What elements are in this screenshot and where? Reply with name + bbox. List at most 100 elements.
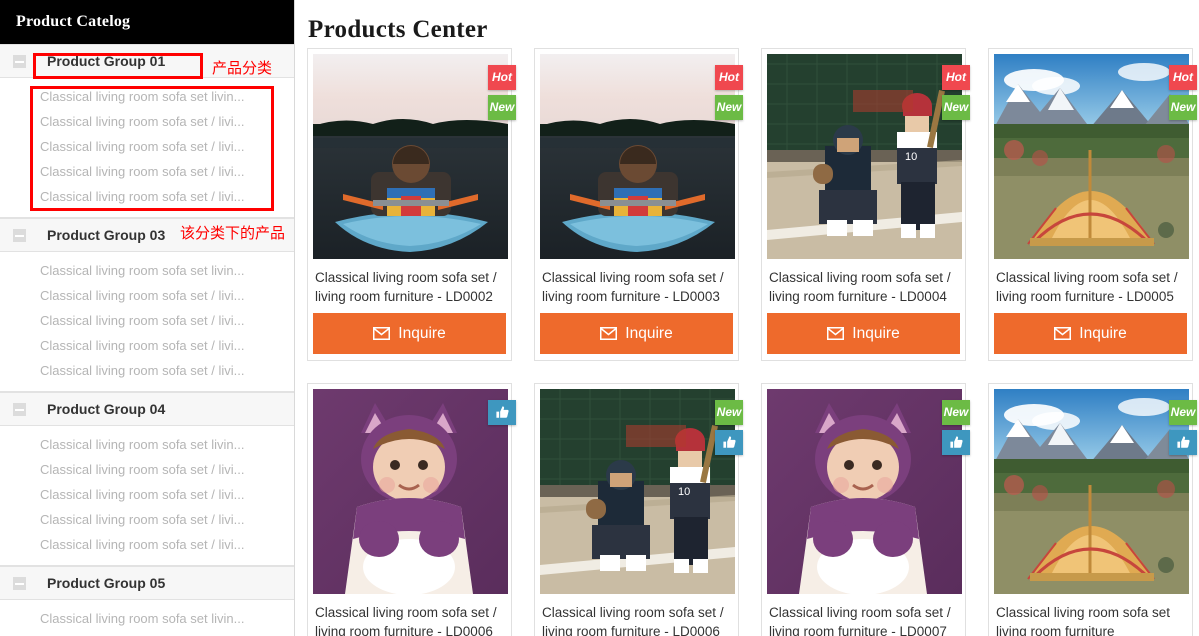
sidebar-product-link[interactable]: Classical living room sofa set livin... <box>0 258 294 283</box>
badge-new[interactable]: New <box>942 400 970 425</box>
sidebar-group-header[interactable]: Product Group 05 <box>0 566 294 600</box>
product-image-wrap[interactable]: 10 New <box>540 389 743 594</box>
badge-like[interactable] <box>1169 430 1197 455</box>
badge-stack: New <box>715 400 743 455</box>
sidebar-product-link[interactable]: Classical living room sofa set / livi... <box>0 308 294 333</box>
sidebar-group-label: Product Group 03 <box>47 227 166 243</box>
envelope-icon <box>1054 327 1072 340</box>
product-card[interactable]: Hot New Classical living room sofa set / l… <box>534 48 743 361</box>
product-title[interactable]: Classical living room sofa set / living … <box>994 259 1187 313</box>
product-image[interactable] <box>994 389 1189 594</box>
product-title[interactable]: Classical living room sofa set / living … <box>313 259 506 313</box>
inquire-button[interactable]: Inquire <box>540 313 733 354</box>
badge-new[interactable]: New <box>488 95 516 120</box>
product-card[interactable]: 10 New Classical living room sofa set / l… <box>534 383 743 636</box>
product-image-wrap[interactable] <box>313 389 516 594</box>
sidebar-product-link[interactable]: Classical living room sofa set / livi... <box>0 358 294 383</box>
minus-square-icon[interactable] <box>13 402 26 416</box>
product-image-wrap[interactable]: 10 Hot New <box>767 54 970 259</box>
sidebar-group-items: Classical living room sofa set livin... C… <box>0 252 294 392</box>
envelope-icon <box>600 327 618 340</box>
product-card[interactable]: Hot New Classical living room sofa set / l… <box>307 48 516 361</box>
sidebar-product-link[interactable]: Classical living room sofa set / livi... <box>0 507 294 532</box>
badge-new[interactable]: New <box>1169 400 1197 425</box>
product-image-wrap[interactable]: Hot New <box>994 54 1197 259</box>
product-image[interactable] <box>994 54 1189 259</box>
inquire-button[interactable]: Inquire <box>994 313 1187 354</box>
sidebar-group-label: Product Group 01 <box>47 53 166 69</box>
product-image[interactable] <box>313 54 508 259</box>
product-image[interactable]: 10 <box>767 54 962 259</box>
inquire-button-label: Inquire <box>625 324 673 342</box>
sidebar-product-link[interactable]: Classical living room sofa set livin... <box>0 432 294 457</box>
product-image-wrap[interactable]: Hot New <box>313 54 516 259</box>
sidebar-product-link[interactable]: Classical living room sofa set / livi... <box>0 283 294 308</box>
badge-stack: Hot New <box>1169 65 1197 120</box>
badge-new[interactable]: New <box>715 400 743 425</box>
svg-text:10: 10 <box>905 151 917 163</box>
badge-like[interactable] <box>488 400 516 425</box>
product-card[interactable]: Classical living room sofa set / living … <box>307 383 516 636</box>
minus-square-icon[interactable] <box>13 54 26 68</box>
product-card[interactable]: Hot New Classical living room sofa set / l… <box>988 48 1197 361</box>
sidebar-product-link[interactable]: Classical living room sofa set / livi... <box>0 333 294 358</box>
badge-like[interactable] <box>715 430 743 455</box>
sidebar-product-link[interactable]: Classical living room sofa set livin... <box>0 606 294 631</box>
badge-hot[interactable]: Hot <box>715 65 743 90</box>
inquire-button[interactable]: Inquire <box>313 313 506 354</box>
product-image[interactable]: 10 <box>540 389 735 594</box>
badge-hot[interactable]: Hot <box>1169 65 1197 90</box>
product-image-wrap[interactable]: New <box>767 389 970 594</box>
badge-new[interactable]: New <box>1169 95 1197 120</box>
sidebar-product-link[interactable]: Classical living room sofa set / livi... <box>0 482 294 507</box>
product-image[interactable] <box>313 389 508 594</box>
product-title[interactable]: Classical living room sofa set / living … <box>313 594 506 636</box>
inquire-button[interactable]: Inquire <box>767 313 960 354</box>
minus-square-icon[interactable] <box>13 228 26 242</box>
product-title[interactable]: Classical living room sofa set / living … <box>767 259 960 313</box>
svg-text:10: 10 <box>678 486 690 498</box>
product-catalog-sidebar: Product Catelog Product Group 01 Classica… <box>0 0 295 636</box>
sidebar-group-items: Classical living room sofa set livin... C… <box>0 426 294 566</box>
product-title[interactable]: Classical living room sofa set living ro… <box>994 594 1187 636</box>
badge-stack: New <box>1169 400 1197 455</box>
inquire-button-label: Inquire <box>1079 324 1127 342</box>
annotation-label-products: 该分类下的产品 <box>180 224 286 242</box>
sidebar-group-items: Classical living room sofa set livin... <box>0 600 294 636</box>
badge-like[interactable] <box>942 430 970 455</box>
sidebar-product-link[interactable]: Classical living room sofa set / livi... <box>0 184 294 209</box>
badge-hot[interactable]: Hot <box>942 65 970 90</box>
sidebar-product-link[interactable]: Classical living room sofa set / livi... <box>0 532 294 557</box>
product-image[interactable] <box>767 389 962 594</box>
sidebar-product-link[interactable]: Classical living room sofa set / livi... <box>0 134 294 159</box>
product-title[interactable]: Classical living room sofa set / living … <box>540 594 733 636</box>
sidebar-group-header[interactable]: Product Group 04 <box>0 392 294 426</box>
badge-stack: Hot New <box>488 65 516 120</box>
badge-new[interactable]: New <box>715 95 743 120</box>
annotation-label-category: 产品分类 <box>212 59 273 77</box>
product-image-wrap[interactable]: Hot New <box>540 54 743 259</box>
badge-stack: Hot New <box>942 65 970 120</box>
sidebar-product-link[interactable]: Classical living room sofa set / livi... <box>0 457 294 482</box>
page-root: Product Catelog Product Group 01 Classica… <box>0 0 1199 636</box>
product-card[interactable]: New Classical living room sofa set living… <box>988 383 1197 636</box>
product-title[interactable]: Classical living room sofa set / living … <box>540 259 733 313</box>
sidebar-group-items: Classical living room sofa set livin... C… <box>0 78 294 218</box>
product-card[interactable]: 10 Hot New Classical living room sofa set … <box>761 48 970 361</box>
product-image[interactable] <box>540 54 735 259</box>
sidebar-product-link[interactable]: Classical living room sofa set livin... <box>0 84 294 109</box>
product-title[interactable]: Classical living room sofa set / living … <box>767 594 960 636</box>
inquire-button-label: Inquire <box>852 324 900 342</box>
product-image-wrap[interactable]: New <box>994 389 1197 594</box>
badge-new[interactable]: New <box>942 95 970 120</box>
sidebar-title: Product Catelog <box>0 0 294 44</box>
product-card[interactable]: New Classical living room sofa set / livi… <box>761 383 970 636</box>
envelope-icon <box>827 327 845 340</box>
product-grid: Hot New Classical living room sofa set / l… <box>307 48 1199 636</box>
products-center-panel: Products Center HotNewClassical living <box>296 0 1199 636</box>
sidebar-product-link[interactable]: Classical living room sofa set / livi... <box>0 109 294 134</box>
sidebar-group-label: Product Group 05 <box>47 575 166 591</box>
sidebar-product-link[interactable]: Classical living room sofa set / livi... <box>0 159 294 184</box>
badge-hot[interactable]: Hot <box>488 65 516 90</box>
minus-square-icon[interactable] <box>13 576 26 590</box>
